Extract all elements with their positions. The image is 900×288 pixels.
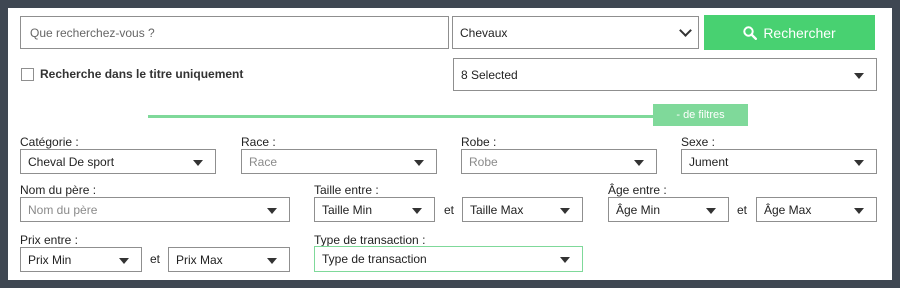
caret-down-icon [193,159,203,166]
transaction-select[interactable]: Type de transaction [314,246,583,272]
search-button-label: Rechercher [763,24,836,41]
search-panel: Chevaux Rechercher Recherche dans le tit… [8,8,892,280]
prix-label: Prix entre : [20,233,79,247]
search-icon [743,25,758,40]
search-button[interactable]: Rechercher [704,15,875,50]
category-select-value: Chevaux [460,25,508,40]
sexe-label: Sexe : [681,135,716,149]
pere-value: Nom du père [28,202,98,217]
prix-max-value: Prix Max [176,252,223,267]
prix-et-label: et [150,252,161,266]
caret-down-icon [634,159,644,166]
caret-down-icon [854,72,864,79]
taille-min-select[interactable]: Taille Min [314,197,435,222]
taille-et-label: et [444,203,455,217]
pere-select[interactable]: Nom du père [20,197,290,222]
sexe-value: Jument [689,154,729,169]
robe-value: Robe [469,154,498,169]
pere-label: Nom du père : [20,183,97,197]
caret-down-icon [560,207,570,214]
caret-down-icon [119,257,129,264]
taille-max-select[interactable]: Taille Max [462,197,583,222]
prix-min-value: Prix Min [28,252,72,267]
title-only-label: Recherche dans le titre uniquement [40,67,244,81]
race-value: Race [249,154,278,169]
transaction-value: Type de transaction [322,252,427,266]
filters-divider-line [148,115,668,118]
multi-select-value: 8 Selected [461,67,518,82]
prix-min-select[interactable]: Prix Min [20,247,142,272]
age-max-select[interactable]: Âge Max [756,197,877,222]
taille-label: Taille entre : [314,183,379,197]
taille-min-value: Taille Min [322,202,373,217]
caret-down-icon [412,207,422,214]
age-min-value: Âge Min [616,202,661,217]
chevron-down-icon [679,24,692,37]
categorie-label: Catégorie : [20,135,79,149]
age-min-select[interactable]: Âge Min [608,197,729,222]
caret-down-icon [414,159,424,166]
taille-max-value: Taille Max [470,202,524,217]
caret-down-icon [267,207,277,214]
race-label: Race : [241,135,276,149]
search-input[interactable] [20,16,449,49]
toggle-filters-label: - de filtres [676,109,725,121]
caret-down-icon [854,207,864,214]
age-et-label: et [737,203,748,217]
category-select[interactable]: Chevaux [452,16,699,49]
toggle-filters-button[interactable]: - de filtres [653,104,748,126]
race-select[interactable]: Race [241,149,437,174]
age-label: Âge entre : [608,183,667,197]
categorie-value: Cheval De sport [28,154,115,169]
transaction-label: Type de transaction : [314,233,426,247]
caret-down-icon [706,207,716,214]
caret-down-icon [560,257,570,263]
sexe-select[interactable]: Jument [681,149,877,174]
title-only-checkbox[interactable] [21,68,34,81]
caret-down-icon [854,159,864,166]
caret-down-icon [267,257,277,264]
robe-label: Robe : [461,135,497,149]
categorie-select[interactable]: Cheval De sport [20,149,216,174]
robe-select[interactable]: Robe [461,149,657,174]
multi-select[interactable]: 8 Selected [453,58,877,91]
age-max-value: Âge Max [764,202,812,217]
prix-max-select[interactable]: Prix Max [168,247,290,272]
